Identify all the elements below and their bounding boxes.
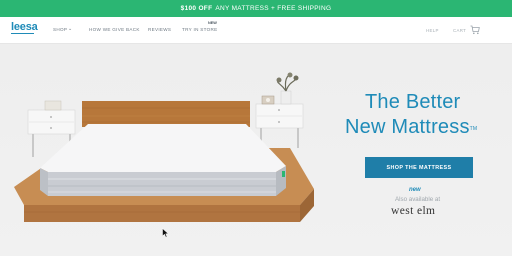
- mouse-cursor-icon: [162, 228, 169, 238]
- also-available-text: Also available at: [395, 196, 441, 203]
- trademark: TM: [469, 126, 478, 132]
- headline-line-1: The Better: [365, 91, 461, 113]
- headline-line-2-wrap: New MattressTM: [345, 115, 505, 140]
- shop-the-mattress-button[interactable]: SHOP THE MATTRESS: [365, 157, 473, 178]
- headboard: [82, 101, 250, 127]
- right-nightstand: [255, 72, 304, 148]
- headline-line-2: New Mattress: [345, 116, 470, 138]
- hero-headline: The Better New MattressTM: [345, 90, 505, 140]
- new-tag: new: [409, 187, 421, 193]
- west-elm-link[interactable]: west elm: [391, 205, 435, 217]
- bed-frame-front: [24, 205, 300, 222]
- mattress-top: [40, 124, 286, 172]
